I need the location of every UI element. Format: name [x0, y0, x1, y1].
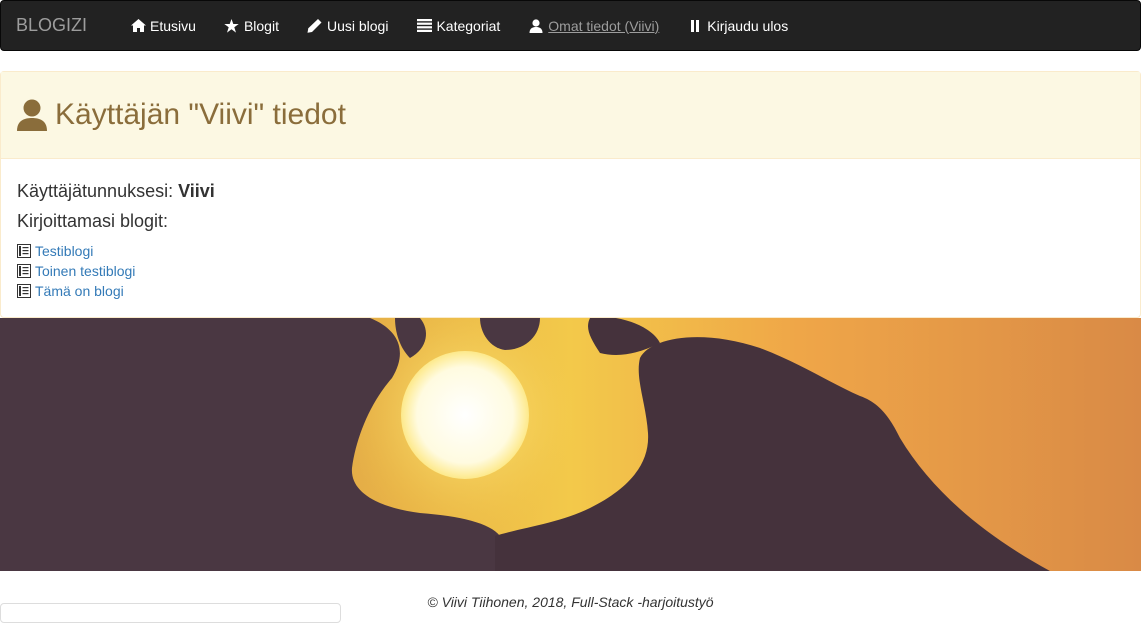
blog-list: Testiblogi Toinen testiblogi Tämä on blo… — [17, 241, 1124, 301]
nav-blogs-label: Blogit — [243, 17, 279, 34]
nav-home-label: Etusivu — [150, 17, 196, 34]
nav-home[interactable]: Etusivu — [116, 1, 210, 50]
blog-link-toinen-testiblogi[interactable]: Toinen testiblogi — [35, 263, 135, 279]
book-icon — [17, 284, 31, 298]
hero-image — [0, 318, 1141, 571]
home-icon — [130, 19, 146, 33]
star-icon — [224, 18, 240, 33]
heart-hands-sunset-image — [0, 318, 1141, 571]
list-item: Toinen testiblogi — [17, 261, 1124, 281]
user-icon — [528, 18, 544, 33]
pause-icon — [687, 19, 703, 33]
nav-categories-label: Kategoriat — [436, 17, 501, 34]
blogs-heading: Kirjoittamasi blogit: — [17, 211, 169, 231]
nav-categories[interactable]: Kategoriat — [402, 1, 514, 50]
nav-blogs[interactable]: Blogit — [210, 1, 293, 50]
brand-logo[interactable]: BLOGIZI — [1, 15, 102, 36]
user-info-panel: Käyttäjän "Viivi" tiedot Käyttäjätunnuks… — [0, 71, 1141, 318]
blog-link-testiblogi[interactable]: Testiblogi — [35, 243, 93, 259]
list-item: Testiblogi — [17, 241, 1124, 261]
username-label: Käyttäjätunnuksesi: — [17, 181, 174, 201]
nav-logout[interactable]: Kirjaudu ulos — [673, 1, 802, 50]
nav-new-blog-label: Uusi blogi — [326, 17, 389, 34]
blog-link-tama-on-blogi[interactable]: Tämä on blogi — [35, 283, 124, 299]
nav-new-blog[interactable]: Uusi blogi — [293, 1, 402, 50]
username-value: Viivi — [178, 181, 215, 201]
nav-my-profile[interactable]: Omat tiedot (Viivi) — [514, 1, 673, 50]
nav-my-profile-label: Omat tiedot (Viivi) — [548, 17, 660, 34]
user-icon — [16, 99, 48, 131]
book-icon — [17, 244, 31, 258]
list-icon — [416, 19, 432, 33]
list-item: Tämä on blogi — [17, 281, 1124, 301]
top-navbar: BLOGIZI Etusivu Blogit Uusi blogi Katego… — [0, 0, 1141, 51]
username-line: Käyttäjätunnuksesi: Viivi — [17, 181, 1124, 202]
nav-logout-label: Kirjaudu ulos — [707, 17, 789, 34]
panel-heading: Käyttäjän "Viivi" tiedot — [1, 72, 1140, 159]
pencil-icon — [307, 18, 323, 33]
footer-box — [0, 603, 341, 623]
page-title: Käyttäjän "Viivi" tiedot — [55, 98, 346, 131]
panel-body: Käyttäjätunnuksesi: Viivi Kirjoittamasi … — [1, 159, 1140, 301]
book-icon — [17, 264, 31, 278]
